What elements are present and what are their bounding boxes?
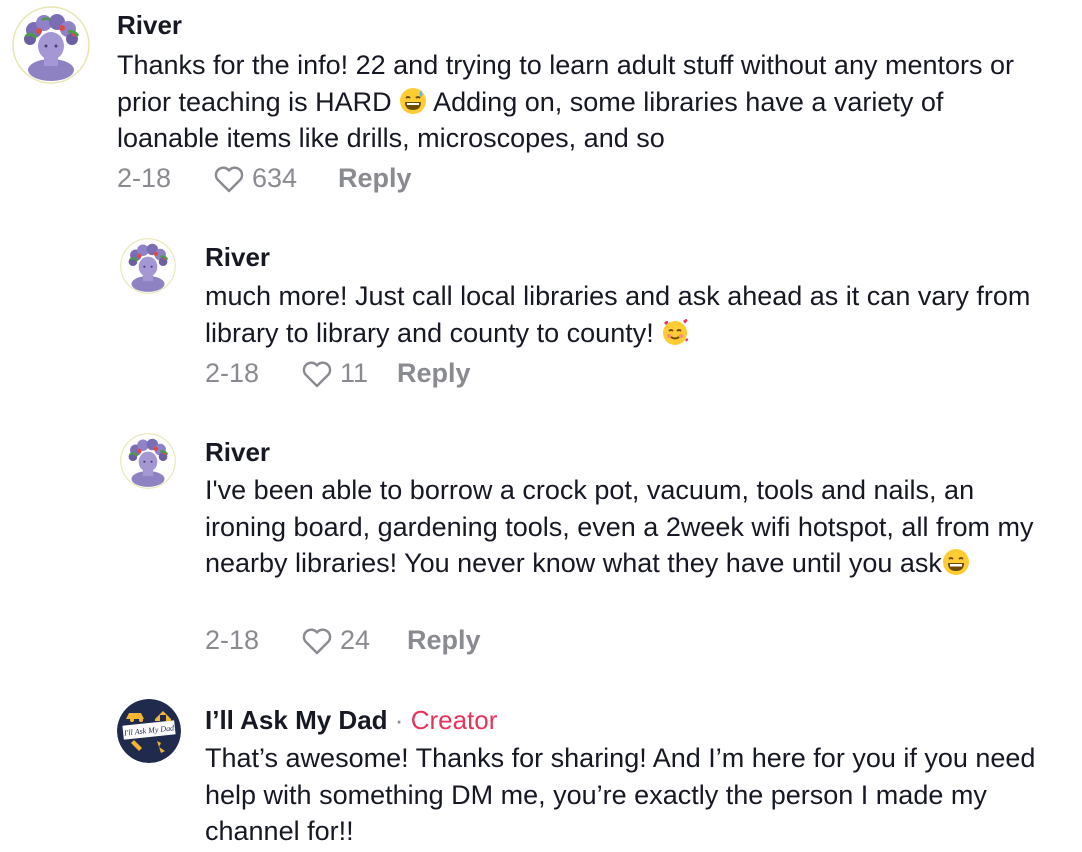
creator-avatar[interactable]: I'll Ask My Dad <box>117 699 181 763</box>
reply-button[interactable]: Reply <box>407 624 481 656</box>
comment-date: 2-18 <box>117 163 172 193</box>
comment-text-part: much more! Just call local libraries and… <box>205 281 1031 348</box>
like-count: 11 <box>340 358 369 388</box>
like-count: 24 <box>340 625 371 655</box>
avatar[interactable] <box>12 6 90 84</box>
comment-meta: 2-18 24 Reply <box>205 624 605 658</box>
river-avatar-image <box>12 6 90 84</box>
avatar[interactable] <box>120 433 176 489</box>
like-count: 634 <box>252 163 298 193</box>
comment-meta: 2-18 11 Reply <box>205 357 605 391</box>
comment-username[interactable]: I’ll Ask My Dad · Creator <box>205 705 497 735</box>
comment-username[interactable]: River <box>205 242 270 272</box>
comments-page: River Thanks for the info! 22 and trying… <box>0 0 1082 852</box>
comment-date: 2-18 <box>205 625 260 655</box>
comment-text-part: I've been able to borrow a crock pot, va… <box>205 475 1034 578</box>
comment-text: I've been able to borrow a crock pot, va… <box>205 472 1055 582</box>
river-avatar-image <box>120 238 176 294</box>
smiling-hearts-emoji-icon <box>661 318 689 346</box>
reply-button[interactable]: Reply <box>397 357 471 389</box>
river-avatar-image <box>120 433 176 489</box>
heart-outline-icon[interactable] <box>301 359 333 389</box>
heart-outline-icon[interactable] <box>301 626 333 656</box>
beaming-grin-emoji-icon <box>942 548 970 576</box>
creator-badge: Creator <box>410 705 498 735</box>
comment-meta: 2-18 634 Reply <box>117 162 517 196</box>
comment-text: That’s awesome! Thanks for sharing! And … <box>205 743 1036 846</box>
avatar[interactable] <box>120 238 176 294</box>
creator-name[interactable]: I’ll Ask My Dad <box>205 705 388 735</box>
comment-username[interactable]: River <box>205 437 270 467</box>
grinning-sweat-emoji-icon <box>399 87 427 115</box>
comment-username[interactable]: River <box>117 10 182 40</box>
comment-date: 2-18 <box>205 358 260 388</box>
comment-text: much more! Just call local libraries and… <box>205 278 1055 351</box>
reply-button[interactable]: Reply <box>338 162 412 194</box>
separator-dot: · <box>394 705 404 735</box>
ill-ask-my-dad-logo: I'll Ask My Dad <box>117 699 181 763</box>
heart-outline-icon[interactable] <box>213 164 245 194</box>
comment-text: Thanks for the info! 22 and trying to le… <box>117 47 1047 157</box>
